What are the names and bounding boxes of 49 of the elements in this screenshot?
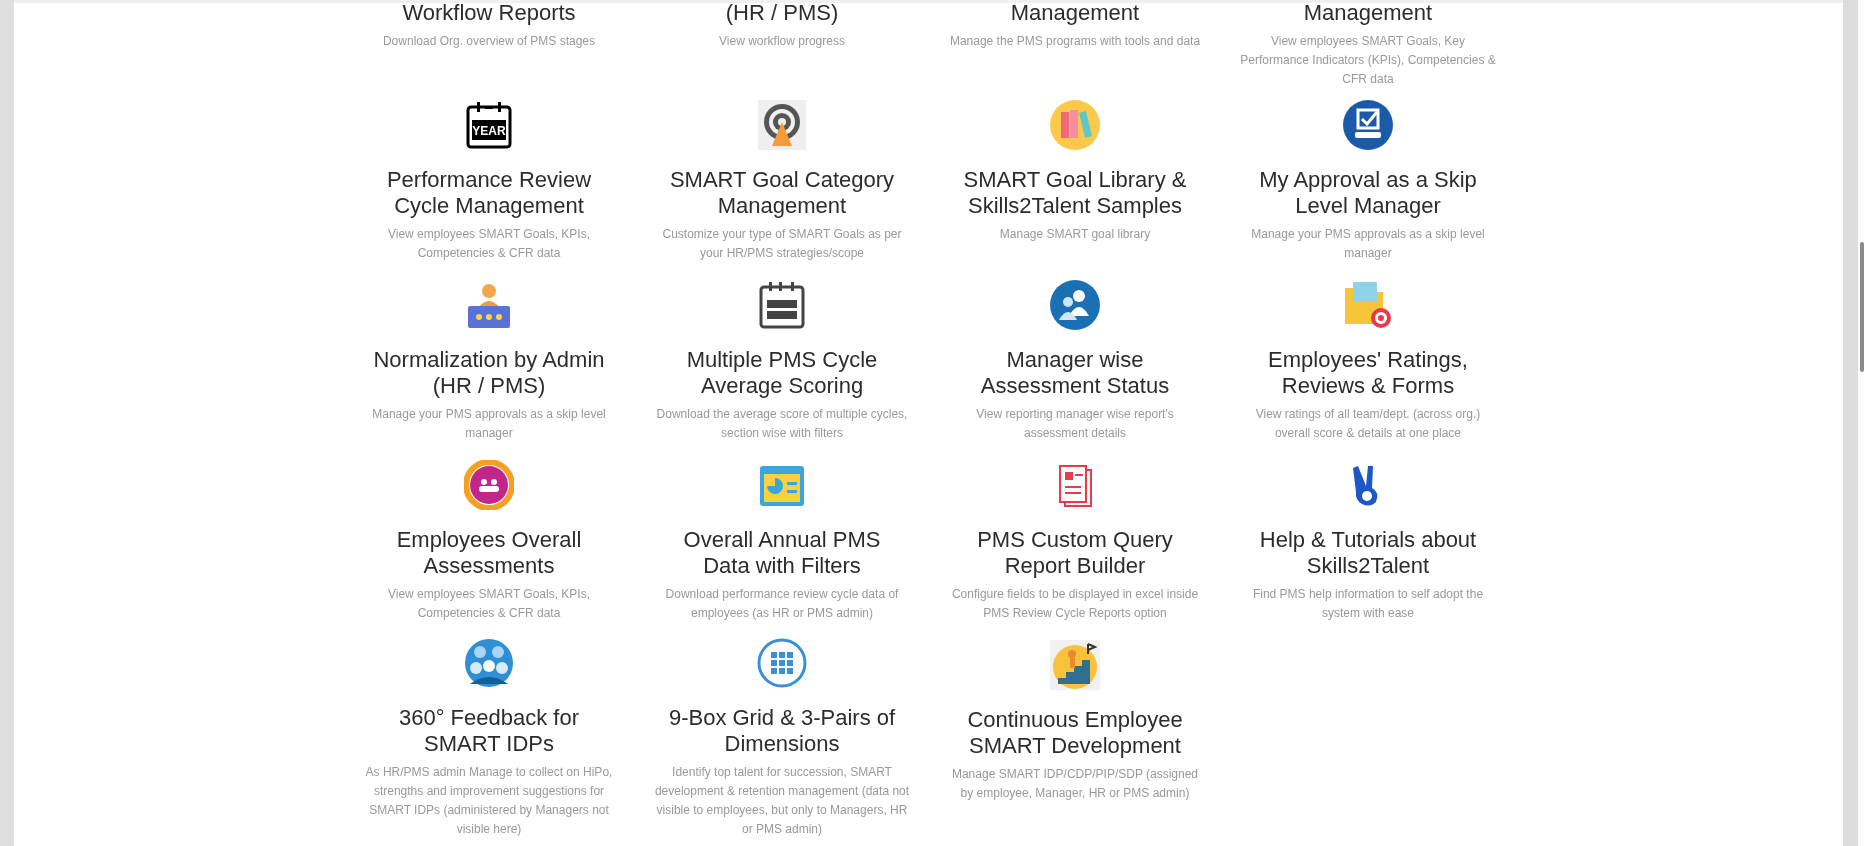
stairs-icon[interactable]	[1050, 640, 1100, 690]
card-title[interactable]: Workflow Reports	[368, 0, 610, 26]
card-title[interactable]: Employees Overall Assessments	[368, 527, 610, 579]
card-description: Manage the PMS programs with tools and data	[948, 33, 1202, 50]
card-title[interactable]: Overall Annual PMS Data with Filters	[661, 527, 903, 579]
card-title[interactable]: Continuous Employee SMART Development	[954, 707, 1196, 759]
card-description: View ratings of all team/dept. (across org.) overall score & details at one place	[1254, 406, 1482, 442]
card-title[interactable]: SMART Goal Category Management	[661, 167, 903, 219]
card-title[interactable]: 360° Feedback for SMART IDPs	[368, 705, 610, 757]
checkmark-badge-icon[interactable]	[1343, 100, 1393, 150]
card-title[interactable]: (HR / PMS)	[661, 0, 903, 26]
card-description: View reporting manager wise report's assessment details	[975, 406, 1175, 442]
card-description: Download performance review cycle data of employees (as HR or PMS admin)	[664, 586, 900, 622]
target-icon[interactable]	[758, 100, 806, 150]
card-description: View employees SMART Goals, KPIs, Competencies & CFR data	[386, 226, 592, 262]
team-icon[interactable]	[464, 638, 514, 688]
card-title[interactable]: Management	[954, 0, 1196, 26]
card-description: View employees SMART Goals, KPIs, Competencies & CFR data	[386, 586, 592, 622]
card-description: Manage SMART goal library	[998, 226, 1152, 243]
card-description: Configure fields to be displayed in excel inside PMS Review Cycle Reports option	[950, 586, 1200, 622]
card-description: View workflow progress	[718, 33, 846, 50]
card-title[interactable]: 9-Box Grid & 3-Pairs of Dimensions	[661, 705, 903, 757]
card-title[interactable]: Help & Tutorials about Skills2Talent	[1247, 527, 1489, 579]
card-title[interactable]: Normalization by Admin (HR / PMS)	[368, 347, 610, 399]
card-description: View employees SMART Goals, Key Performance Indicators (KPIs), Competencies & CFR data	[1239, 33, 1497, 88]
folder-target-icon[interactable]	[1343, 280, 1393, 330]
calendar-icon[interactable]	[758, 280, 806, 330]
people-ring-icon[interactable]	[464, 460, 514, 510]
card-description: Identify top talent for succession, SMART development & retention management (data not visible to employees, but only to Managers, HR or PMS admin)	[653, 764, 911, 838]
card-title[interactable]: My Approval as a Skip Level Manager	[1247, 167, 1489, 219]
card-title[interactable]: Management	[1247, 0, 1489, 26]
card-title[interactable]: Multiple PMS Cycle Average Scoring	[661, 347, 903, 399]
card-title[interactable]: SMART Goal Library & Skills2Talent Samples	[954, 167, 1196, 219]
grid-icon[interactable]	[757, 638, 807, 688]
card-description: Download Org. overview of PMS stages	[381, 33, 597, 50]
people-icon[interactable]	[1050, 280, 1100, 330]
card-description: Customize your type of SMART Goals as per your HR/PMS strategies/scope	[661, 226, 903, 262]
card-description: Manage SMART IDP/CDP/PIP/SDP (assigned by employee, Manager, HR or PMS admin)	[950, 766, 1200, 802]
card-title[interactable]: Performance Review Cycle Management	[368, 167, 610, 219]
scrollbar-thumb[interactable]	[1860, 242, 1864, 372]
books-icon[interactable]	[1050, 100, 1100, 150]
card-description: As HR/PMS admin Manage to collect on HiPo, strengths and improvement suggestions for SMART IDPs (administered by Managers not visible here)	[364, 764, 614, 838]
card-title[interactable]: Employees' Ratings, Reviews & Forms	[1247, 347, 1489, 399]
card-title[interactable]: Manager wise Assessment Status	[954, 347, 1196, 399]
card-description: Download the average score of multiple cycles, section wise with filters	[655, 406, 909, 442]
card-description: Find PMS help information to self adopt the system with ease	[1251, 586, 1485, 622]
card-description: Manage your PMS approvals as a skip level manager	[1250, 226, 1486, 262]
card-title[interactable]: PMS Custom Query Report Builder	[954, 527, 1196, 579]
card-description: Manage your PMS approvals as a skip level manager	[371, 406, 607, 442]
